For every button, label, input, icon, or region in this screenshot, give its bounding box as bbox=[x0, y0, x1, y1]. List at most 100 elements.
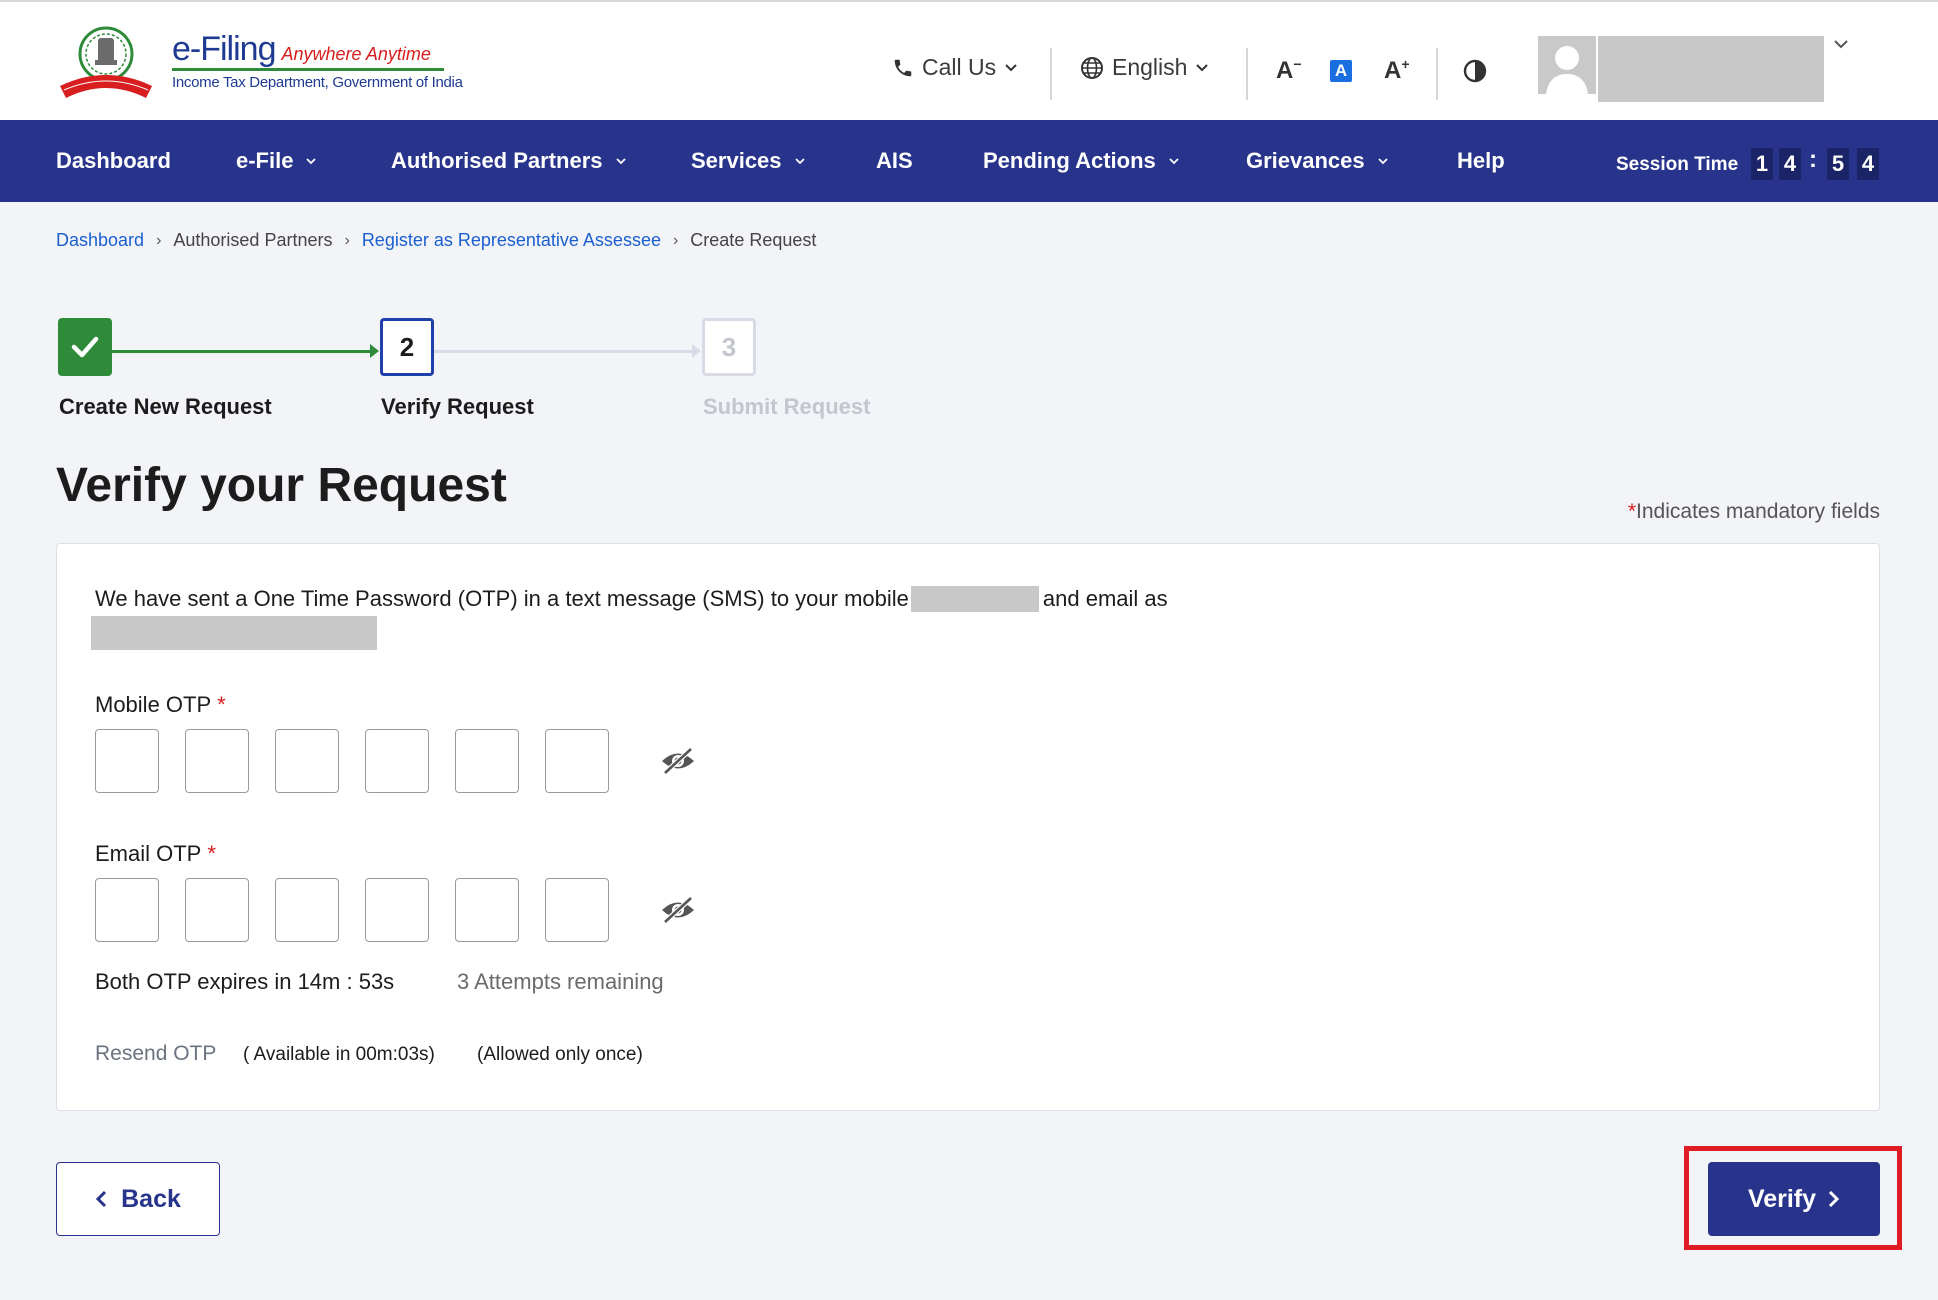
breadcrumb-dashboard[interactable]: Dashboard bbox=[56, 230, 144, 251]
nav-item-efile[interactable]: e-File bbox=[236, 148, 317, 174]
chevron-down-icon bbox=[615, 158, 626, 165]
page-title: Verify your Request bbox=[56, 459, 507, 512]
step-arrow-icon bbox=[370, 344, 379, 358]
step-1-label: Create New Request bbox=[59, 394, 272, 419]
session-digit: 4 bbox=[1779, 148, 1801, 180]
required-star: * bbox=[1627, 500, 1637, 523]
font-increase-label: A bbox=[1384, 57, 1402, 84]
otp-message-email-text: and email as bbox=[1042, 586, 1168, 611]
top-header: e-Filing Anywhere Anytime Income Tax Depa… bbox=[0, 0, 1938, 120]
mobile-otp-digit-4[interactable] bbox=[365, 729, 429, 793]
eye-slash-icon[interactable] bbox=[659, 894, 697, 926]
session-colon: : bbox=[1809, 146, 1817, 173]
email-otp-digit-3[interactable] bbox=[275, 878, 339, 942]
attempts-remaining-text: 3 Attempts remaining bbox=[457, 969, 664, 994]
nav-label: Authorised Partners bbox=[391, 148, 603, 173]
font-normal-button[interactable]: A bbox=[1330, 60, 1352, 82]
nav-item-grievances[interactable]: Grievances bbox=[1246, 148, 1389, 174]
email-otp-digit-4[interactable] bbox=[365, 878, 429, 942]
otp-message: We have sent a One Time Password (OTP) i… bbox=[95, 586, 1168, 612]
session-digit: 4 bbox=[1857, 148, 1879, 180]
nav-item-ais[interactable]: AIS bbox=[876, 148, 913, 174]
chevron-down-icon bbox=[1196, 63, 1209, 71]
step-2-label: Verify Request bbox=[381, 394, 534, 419]
resend-allowed-once-text: (Allowed only once) bbox=[477, 1044, 643, 1065]
otp-message-text: We have sent a One Time Password (OTP) i… bbox=[95, 586, 909, 611]
font-increase-button[interactable]: A+ bbox=[1384, 56, 1410, 85]
font-decrease-button[interactable]: A− bbox=[1276, 56, 1302, 85]
session-time-label: Session Time bbox=[1616, 154, 1739, 175]
mobile-otp-digit-3[interactable] bbox=[275, 729, 339, 793]
chevron-down-icon bbox=[1378, 158, 1388, 165]
nav-label: Pending Actions bbox=[983, 148, 1156, 173]
email-otp-digit-6[interactable] bbox=[545, 878, 609, 942]
mandatory-note-text: Indicates mandatory fields bbox=[1636, 500, 1880, 523]
call-us-dropdown[interactable]: Call Us bbox=[892, 54, 1018, 81]
otp-card: We have sent a One Time Password (OTP) i… bbox=[56, 543, 1880, 1111]
chevron-down-icon bbox=[794, 158, 805, 165]
step-connector bbox=[112, 350, 374, 353]
avatar[interactable] bbox=[1538, 36, 1596, 94]
email-otp-inputs bbox=[95, 878, 697, 942]
nav-item-authorised-partners[interactable]: Authorised Partners bbox=[391, 148, 627, 174]
email-otp-digit-2[interactable] bbox=[185, 878, 249, 942]
mobile-otp-digit-2[interactable] bbox=[185, 729, 249, 793]
breadcrumb-create-request: Create Request bbox=[690, 230, 817, 250]
otp-expiry-text: Both OTP expires in 14m : 53s bbox=[95, 969, 395, 994]
breadcrumb-register-representative[interactable]: Register as Representative Assessee bbox=[362, 230, 661, 251]
mobile-otp-digit-5[interactable] bbox=[455, 729, 519, 793]
globe-icon bbox=[1081, 56, 1103, 79]
font-decrease-label: A bbox=[1276, 57, 1294, 84]
breadcrumb-separator-icon: › bbox=[672, 231, 679, 249]
efiling-logo[interactable]: e-Filing Anywhere Anytime Income Tax Depa… bbox=[56, 24, 463, 102]
step-1-indicator bbox=[58, 318, 112, 376]
email-otp-digit-5[interactable] bbox=[455, 878, 519, 942]
resend-availability-text: ( Available in 00m:03s) bbox=[243, 1044, 435, 1065]
mobile-otp-digit-1[interactable] bbox=[95, 729, 159, 793]
step-connector bbox=[434, 350, 696, 353]
logo-title: e-Filing bbox=[172, 30, 276, 68]
chevron-down-icon bbox=[306, 158, 317, 165]
main-navbar: Dashboard e-File Authorised Partners Ser… bbox=[0, 120, 1938, 202]
session-digit: 5 bbox=[1827, 148, 1849, 180]
email-otp-digit-1[interactable] bbox=[95, 878, 159, 942]
chevron-down-icon[interactable] bbox=[1832, 38, 1850, 50]
contrast-icon[interactable] bbox=[1462, 58, 1488, 84]
logo-underline bbox=[172, 68, 444, 71]
redacted-user-name bbox=[1598, 36, 1824, 102]
logo-tagline: Anywhere Anytime bbox=[281, 44, 431, 64]
nav-label: Grievances bbox=[1246, 148, 1365, 173]
mobile-otp-label-text: Mobile OTP bbox=[95, 692, 212, 717]
eye-slash-icon[interactable] bbox=[659, 745, 697, 777]
language-label: English bbox=[1112, 54, 1188, 80]
chevron-down-icon bbox=[1005, 63, 1017, 71]
header-divider bbox=[1436, 48, 1438, 100]
user-silhouette-icon bbox=[1546, 46, 1588, 94]
nav-item-dashboard[interactable]: Dashboard bbox=[56, 148, 171, 174]
language-dropdown[interactable]: English bbox=[1080, 54, 1209, 81]
step-3-indicator: 3 bbox=[702, 318, 756, 376]
chevron-down-icon bbox=[1169, 158, 1179, 165]
checkmark-icon bbox=[71, 336, 99, 358]
email-otp-label-text: Email OTP bbox=[95, 841, 202, 866]
required-star: * bbox=[217, 692, 226, 717]
back-button[interactable]: Back bbox=[56, 1162, 220, 1236]
call-us-label: Call Us bbox=[922, 54, 997, 80]
chevron-left-icon bbox=[95, 1190, 107, 1208]
emblem-icon bbox=[60, 26, 152, 98]
resend-otp-link[interactable]: Resend OTP bbox=[95, 1042, 216, 1066]
session-digit: 1 bbox=[1751, 148, 1773, 180]
header-divider bbox=[1246, 48, 1248, 100]
nav-item-help[interactable]: Help bbox=[1457, 148, 1505, 174]
nav-item-services[interactable]: Services bbox=[691, 148, 806, 174]
back-button-label: Back bbox=[121, 1184, 181, 1213]
nav-item-pending-actions[interactable]: Pending Actions bbox=[983, 148, 1180, 174]
nav-label: AIS bbox=[876, 148, 913, 173]
redacted-email bbox=[91, 616, 377, 650]
required-star: * bbox=[207, 841, 216, 866]
verify-button[interactable]: Verify bbox=[1708, 1162, 1880, 1236]
chevron-right-icon bbox=[1828, 1190, 1840, 1208]
breadcrumb-separator-icon: › bbox=[344, 231, 350, 249]
nav-label: Services bbox=[691, 148, 782, 173]
mobile-otp-digit-6[interactable] bbox=[545, 729, 609, 793]
